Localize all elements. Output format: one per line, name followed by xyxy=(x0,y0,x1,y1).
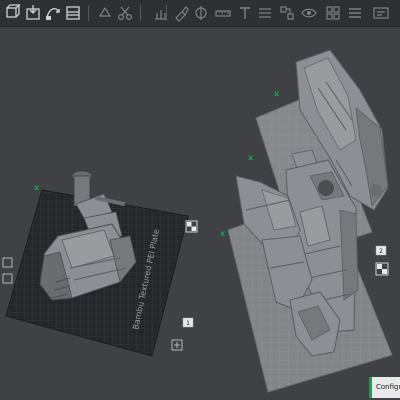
view-icon[interactable] xyxy=(300,4,318,22)
auto-arrange-icon[interactable] xyxy=(44,4,62,22)
list-icon[interactable] xyxy=(346,4,364,22)
seam-icon[interactable] xyxy=(192,4,210,22)
measure-icon[interactable] xyxy=(214,4,232,22)
cut-icon[interactable] xyxy=(116,4,134,22)
support-icon[interactable] xyxy=(152,4,170,22)
svg-text:2: 2 xyxy=(379,248,383,255)
plate-1-settings-icon[interactable] xyxy=(185,220,198,233)
assembly-icon[interactable] xyxy=(278,4,296,22)
axis-marker: x xyxy=(274,89,280,98)
layout-icon[interactable] xyxy=(64,4,82,22)
svg-text:1: 1 xyxy=(186,320,190,327)
variable-layer-icon[interactable] xyxy=(256,4,274,22)
plate-1-lock-icon[interactable] xyxy=(2,257,13,284)
axis-marker: x xyxy=(220,229,226,238)
axis-marker: x xyxy=(248,153,254,162)
import-box-icon[interactable] xyxy=(24,4,42,22)
paint-icon[interactable] xyxy=(172,4,190,22)
axis-marker: x xyxy=(34,183,40,192)
plate-2-number-badge: 2 xyxy=(375,245,387,256)
status-notification[interactable]: Configurati xyxy=(369,377,400,398)
plate-2-arrange-icon[interactable] xyxy=(171,339,183,351)
text-icon[interactable] xyxy=(236,4,254,22)
add-cube-icon[interactable] xyxy=(4,3,22,22)
settings-icon[interactable] xyxy=(372,4,390,22)
top-toolbar xyxy=(0,0,400,27)
3d-viewport[interactable]: x x x 2 x 1 Bambu Textured PEI Plate Con… xyxy=(0,0,400,400)
grid-icon[interactable] xyxy=(324,4,342,22)
plate-2-settings-icon[interactable] xyxy=(375,262,389,276)
status-message: Configurati xyxy=(376,383,400,391)
plate-1-number-badge: 1 xyxy=(182,317,194,328)
orient-icon[interactable] xyxy=(96,4,114,22)
